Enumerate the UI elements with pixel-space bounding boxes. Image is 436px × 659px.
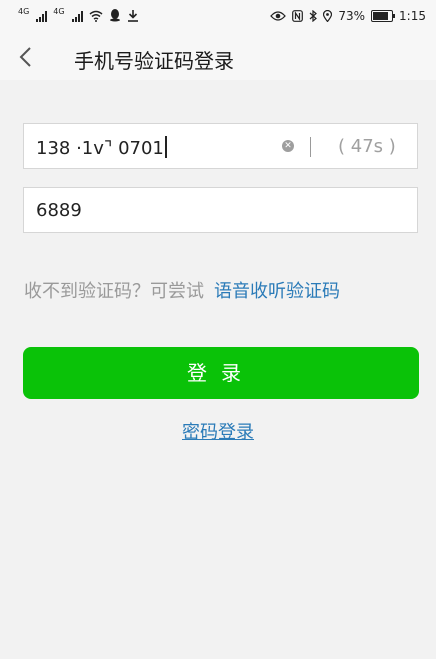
header-bar: 手机号验证码登录: [0, 34, 436, 80]
status-bar: 4G 4G 73% 1:15: [0, 0, 436, 34]
status-right: 73% 1:15: [270, 9, 426, 23]
network-type-1: 4G: [18, 7, 30, 16]
battery-icon: [371, 10, 396, 22]
clear-icon[interactable]: ✕: [282, 140, 294, 152]
location-icon: [323, 10, 333, 22]
resend-countdown: ( 47s ): [338, 136, 396, 157]
hint-text: 收不到验证码？可尝试: [24, 281, 204, 302]
status-left: 4G 4G: [18, 7, 139, 22]
verification-code-value[interactable]: 6889: [36, 200, 82, 221]
verification-code-field[interactable]: 6889: [23, 187, 418, 233]
page-title: 手机号验证码登录: [74, 49, 234, 73]
signal-icon: [71, 10, 83, 22]
battery-percent: 73%: [338, 9, 366, 23]
nfc-icon: [292, 10, 304, 22]
qq-icon: [109, 9, 120, 22]
password-login-link[interactable]: 密码登录: [0, 418, 436, 444]
phone-field[interactable]: 138 ·1ᴠ⌝ 0701 ✕ ( 47s ): [23, 123, 418, 169]
download-icon: [127, 10, 138, 22]
login-button[interactable]: 登录: [23, 347, 419, 399]
signal-icon: [36, 10, 48, 22]
no-code-hint: 收不到验证码？可尝试 语音收听验证码: [24, 277, 340, 303]
phone-number-value: 138 ·1ᴠ⌝ 0701: [36, 138, 164, 159]
phone-number-input[interactable]: 138 ·1ᴠ⌝ 0701: [36, 136, 167, 159]
eye-icon: [270, 11, 287, 21]
text-cursor: [164, 136, 167, 158]
network-type-2: 4G: [53, 7, 65, 16]
wifi-icon: [89, 10, 103, 22]
bluetooth-icon: [309, 10, 318, 22]
clock: 1:15: [399, 9, 426, 23]
field-divider: [310, 137, 311, 157]
chevron-left-icon[interactable]: [16, 45, 38, 69]
voice-code-link[interactable]: 语音收听验证码: [214, 281, 340, 302]
